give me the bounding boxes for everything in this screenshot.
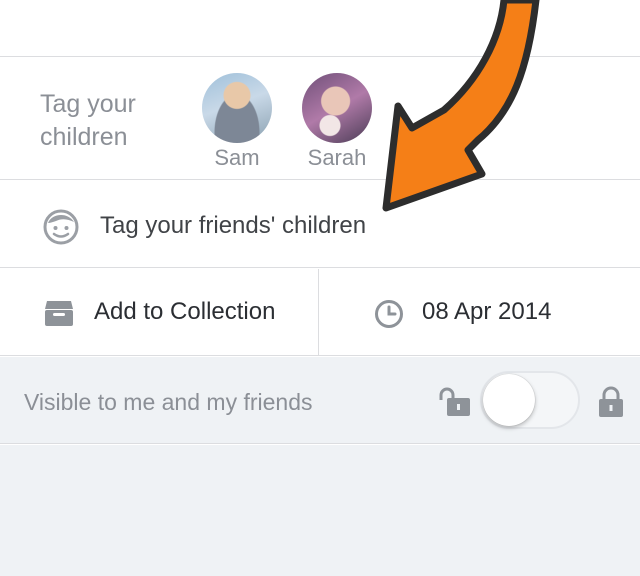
toggle-knob[interactable] [483,374,535,426]
tag-friends-children-label: Tag your friends' children [100,212,367,239]
visibility-label: Visible to me and my friends [24,389,313,415]
add-to-collection-label: Add to Collection [94,298,276,325]
bottom-area [0,445,640,576]
clock-icon [375,300,403,328]
divider [0,443,640,444]
date-value: 08 Apr 2014 [422,298,552,325]
avatar[interactable] [202,73,272,143]
divider [0,179,640,180]
divider [0,355,640,356]
child-sarah[interactable]: Sarah [301,73,373,171]
box-icon [45,301,73,326]
top-area [0,0,640,56]
child-face-icon [43,209,79,245]
avatar[interactable] [302,73,372,143]
unlock-icon [439,387,470,416]
tag-children-label: Tag your children [40,90,136,151]
child-name: Sarah [307,145,367,170]
divider [0,267,640,268]
visibility-toggle[interactable] [480,371,580,429]
lock-icon [599,386,623,417]
child-sam[interactable]: Sam [201,73,273,171]
child-name: Sam [214,145,260,170]
